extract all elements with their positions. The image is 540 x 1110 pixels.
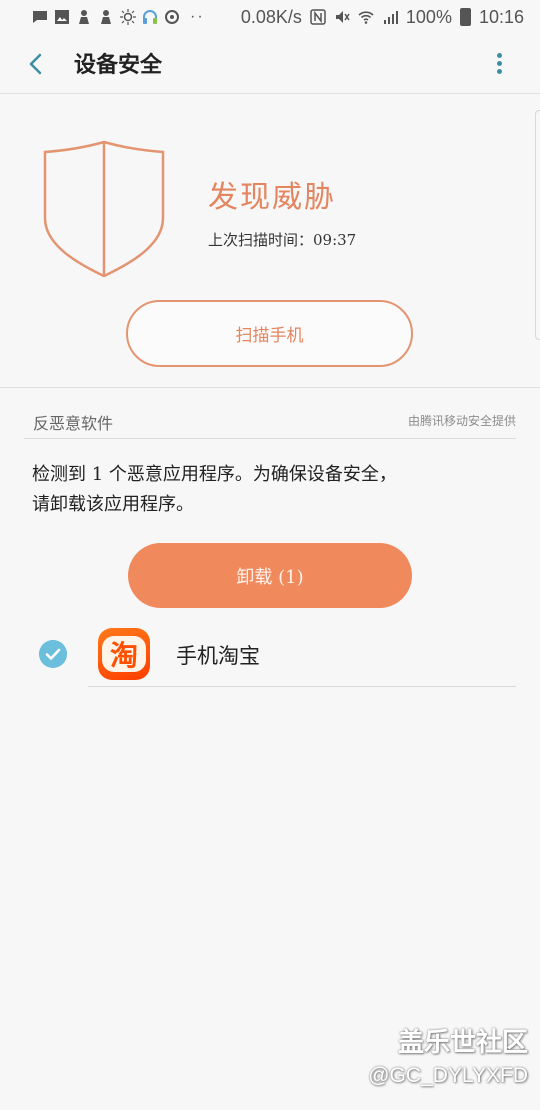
shield-icon: [43, 140, 165, 278]
list-item[interactable]: 淘 手机淘宝: [24, 620, 516, 687]
message-icon: [33, 11, 47, 23]
section-title: 反恶意软件: [33, 414, 114, 433]
threat-status-title: 发现威胁: [208, 180, 336, 215]
notification-icons: ··: [32, 8, 205, 26]
clock: 10:16: [478, 6, 524, 27]
watermark-title: 盖乐世社区: [397, 1028, 528, 1058]
person-icon: [79, 10, 89, 24]
anti-malware-header: 反恶意软件 由腾讯移动安全提供: [24, 404, 516, 439]
uninstall-button[interactable]: 卸载 (1): [128, 543, 412, 608]
app-icon-glyph: 淘: [102, 636, 146, 672]
sun-icon: [120, 9, 136, 25]
page-title: 设备安全: [74, 53, 163, 78]
wifi-icon: [358, 11, 374, 24]
battery-level: 100%: [405, 6, 452, 27]
more-options-icon[interactable]: [490, 50, 508, 78]
section-divider: [0, 387, 540, 388]
app-bar: 设备安全: [0, 34, 540, 94]
status-right: 0.08K/s 100% 10:16: [241, 7, 524, 28]
gallery-icon: [55, 10, 69, 24]
battery-icon: [459, 8, 471, 26]
provider-label: 由腾讯移动安全提供: [407, 414, 516, 428]
sync-icon: [165, 10, 179, 24]
status-bar: ·· 0.08K/s 100% 10:16: [0, 0, 540, 34]
scan-phone-button[interactable]: 扫描手机: [126, 300, 413, 367]
edge-panel-handle[interactable]: [535, 110, 540, 340]
app-name: 手机淘宝: [176, 644, 260, 668]
mute-icon: [335, 11, 350, 23]
net-speed: 0.08K/s: [240, 6, 302, 27]
description-line-2: 请卸载该应用程序。: [32, 494, 194, 515]
back-arrow-icon[interactable]: [22, 50, 50, 78]
more-notifications-icon: ··: [190, 8, 205, 25]
person-icon: [101, 10, 111, 24]
checkbox-checked-icon[interactable]: [39, 640, 67, 668]
last-scan-time: 上次扫描时间：09:37: [208, 231, 357, 249]
watermark-handle: @GC_DYLYXFD: [368, 1064, 528, 1087]
signal-icon: [383, 11, 398, 24]
malware-description: 检测到 1 个恶意应用程序。为确保设备安全， 请卸载该应用程序。: [32, 460, 512, 520]
taobao-app-icon: 淘: [98, 628, 150, 680]
row-divider: [88, 686, 516, 687]
description-line-1: 检测到 1 个恶意应用程序。为确保设备安全，: [32, 464, 397, 485]
header-divider: [0, 93, 540, 94]
headset-icon: [143, 10, 157, 24]
nfc-icon: [310, 9, 326, 25]
